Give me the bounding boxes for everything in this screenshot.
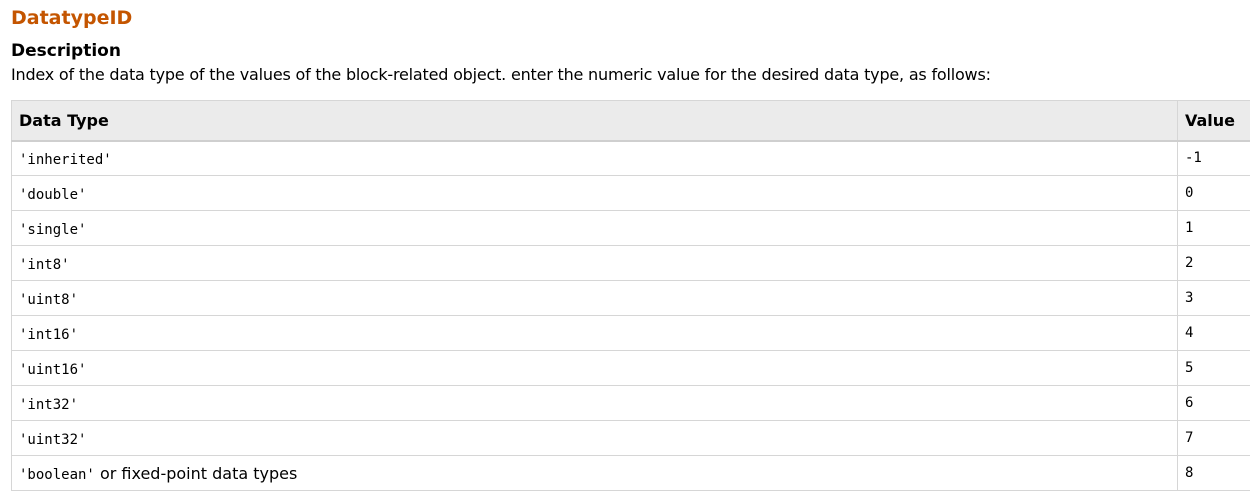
data-type-code: 'uint32' [19, 431, 87, 448]
value-cell: 2 [1177, 245, 1250, 281]
data-type-code: 'double' [19, 186, 87, 203]
header-value: Value [1177, 100, 1250, 142]
table-header-row: Data Type Value [11, 100, 1250, 142]
data-type-code: 'int16' [19, 326, 79, 343]
data-type-suffix: or fixed-point data types [94, 463, 298, 483]
data-type-cell: 'uint32' [11, 420, 1178, 456]
data-type-cell: 'int32' [11, 385, 1178, 421]
data-type-table: Data Type Value 'inherited' -1 'double' … [11, 100, 1250, 491]
data-type-cell: 'boolean' or fixed-point data types [11, 455, 1178, 491]
table-row: 'inherited' -1 [11, 140, 1250, 176]
table-row: 'uint8' 3 [11, 280, 1250, 316]
table-row: 'int32' 6 [11, 385, 1250, 421]
data-type-code: 'inherited' [19, 151, 112, 168]
data-type-cell: 'int8' [11, 245, 1178, 281]
value-cell: 0 [1177, 175, 1250, 211]
data-type-code: 'single' [19, 221, 87, 238]
data-type-cell: 'uint8' [11, 280, 1178, 316]
description-text: Index of the data type of the values of … [11, 65, 991, 84]
table-row: 'uint32' 7 [11, 420, 1250, 456]
value-cell: 6 [1177, 385, 1250, 421]
value-cell: -1 [1177, 140, 1250, 176]
data-type-code: 'uint8' [19, 291, 79, 308]
table-row: 'boolean' or fixed-point data types 8 [11, 455, 1250, 491]
data-type-cell: 'uint16' [11, 350, 1178, 386]
value-cell: 5 [1177, 350, 1250, 386]
data-type-cell: 'inherited' [11, 140, 1178, 176]
header-data-type: Data Type [11, 100, 1178, 142]
data-type-code: 'int8' [19, 256, 70, 273]
data-type-code: 'int32' [19, 396, 79, 413]
description-heading: Description [11, 41, 121, 61]
property-name: DatatypeID [11, 7, 133, 29]
value-cell: 7 [1177, 420, 1250, 456]
data-type-cell: 'double' [11, 175, 1178, 211]
value-cell: 1 [1177, 210, 1250, 246]
data-type-code: 'boolean' [19, 466, 95, 483]
value-cell: 8 [1177, 455, 1250, 491]
table-row: 'double' 0 [11, 175, 1250, 211]
table-row: 'single' 1 [11, 210, 1250, 246]
table-row: 'int16' 4 [11, 315, 1250, 351]
data-type-cell: 'int16' [11, 315, 1178, 351]
table-row: 'int8' 2 [11, 245, 1250, 281]
data-type-code: 'uint16' [19, 361, 87, 378]
value-cell: 3 [1177, 280, 1250, 316]
value-cell: 4 [1177, 315, 1250, 351]
data-type-cell: 'single' [11, 210, 1178, 246]
table-row: 'uint16' 5 [11, 350, 1250, 386]
